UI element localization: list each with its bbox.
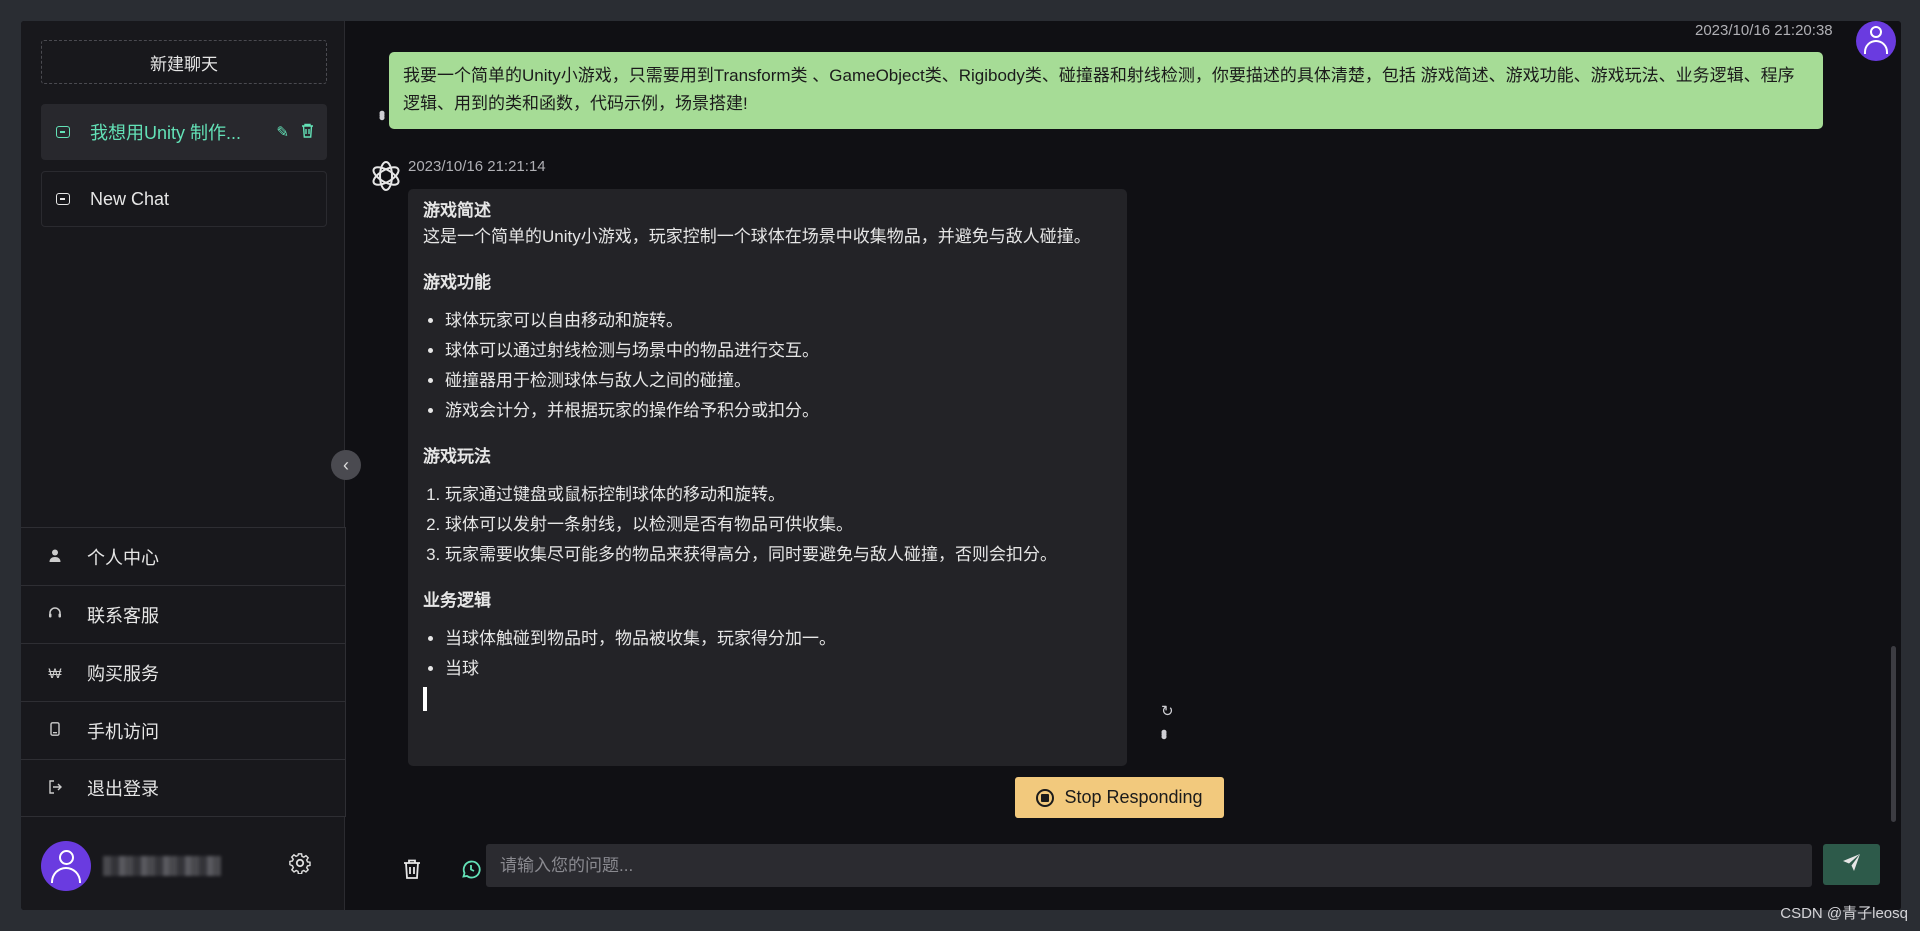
menu-item-logout[interactable]: 退出登录 (21, 759, 346, 817)
stop-icon (1036, 788, 1055, 807)
regenerate-icon[interactable]: ↻ (1161, 702, 1174, 720)
chat-item-label: New Chat (90, 188, 170, 209)
list-item: 玩家需要收集尽可能多的物品来获得高分，同时要避免与敌人碰撞，否则会扣分。 (445, 543, 1112, 567)
trash-icon[interactable] (301, 123, 314, 142)
menu-item-support[interactable]: 联系客服 (21, 585, 346, 643)
user-row (41, 841, 331, 891)
chevron-left-icon: ‹ (343, 454, 349, 475)
chat-bubble-icon (56, 193, 70, 205)
section-title: 游戏功能 (423, 273, 491, 292)
more-options-icon[interactable]: ••• (1154, 729, 1174, 736)
watermark: CSDN @青子leosq (1780, 905, 1908, 922)
gameplay-list: 玩家通过键盘或鼠标控制球体的移动和旋转。 球体可以发射一条射线，以检测是否有物品… (445, 483, 1112, 567)
headset-icon (47, 606, 63, 623)
logout-icon (47, 779, 63, 797)
username-redacted (103, 856, 221, 876)
menu-item-buy[interactable]: ₩ 购买服务 (21, 643, 346, 701)
user-avatar (1856, 21, 1896, 61)
gear-icon[interactable] (289, 852, 311, 880)
feature-list: 球体玩家可以自由移动和旋转。 球体可以通过射线检测与场景中的物品进行交互。 碰撞… (445, 309, 1112, 423)
message-input[interactable] (486, 844, 1812, 887)
section-title: 游戏简述 (423, 201, 491, 220)
list-item: 球体可以通过射线检测与场景中的物品进行交互。 (445, 339, 1112, 363)
section-text: 这是一个简单的Unity小游戏，玩家控制一个球体在场景中收集物品，并避免与敌人碰… (423, 227, 1091, 246)
chat-bubble-icon (56, 126, 70, 138)
menu-item-label: 手机访问 (87, 721, 159, 742)
sidebar-menu: 个人中心 联系客服 ₩ 购买服务 手机访问 退出登录 (21, 527, 346, 817)
user-message: 我要一个简单的Unity小游戏，只需要用到Transform类 、GameObj… (389, 52, 1823, 129)
list-item: 碰撞器用于检测球体与敌人之间的碰撞。 (445, 369, 1112, 393)
typing-cursor (423, 687, 427, 711)
list-item: 当球 (445, 657, 1112, 681)
section-title: 游戏玩法 (423, 447, 491, 466)
menu-item-profile[interactable]: 个人中心 (21, 527, 346, 585)
menu-item-label: 个人中心 (87, 547, 159, 568)
bot-message: 游戏简述 这是一个简单的Unity小游戏，玩家控制一个球体在场景中收集物品，并避… (408, 189, 1127, 766)
menu-item-mobile[interactable]: 手机访问 (21, 701, 346, 759)
new-chat-button[interactable]: 新建聊天 (41, 40, 327, 84)
menu-item-label: 联系客服 (87, 605, 159, 626)
send-icon (1842, 852, 1862, 877)
list-item: 游戏会计分，并根据玩家的操作给予积分或扣分。 (445, 399, 1112, 423)
more-options-icon[interactable]: ••• (372, 110, 392, 117)
chat-item-active[interactable]: 我想用Unity 制作... ✎ (41, 104, 327, 160)
list-item: 球体玩家可以自由移动和旋转。 (445, 309, 1112, 333)
section-title: 业务逻辑 (423, 591, 491, 610)
openai-logo-icon (368, 158, 404, 194)
chat-item-label: 我想用Unity 制作... (90, 123, 242, 143)
chat-main: 2023/10/16 21:20:38 我要一个简单的Unity小游戏，只需要用… (346, 21, 1901, 910)
bot-message-time: 2023/10/16 21:21:14 (408, 158, 546, 175)
menu-item-label: 退出登录 (87, 779, 159, 799)
avatar[interactable] (41, 841, 91, 891)
menu-item-label: 购买服务 (87, 663, 159, 684)
list-item: 玩家通过键盘或鼠标控制球体的移动和旋转。 (445, 483, 1112, 507)
scrollbar[interactable] (1891, 646, 1896, 822)
app-window: 新建聊天 我想用Unity 制作... ✎ New Chat 个人中心 联系客服… (21, 21, 1901, 910)
person-icon (47, 549, 63, 565)
edit-icon[interactable]: ✎ (276, 123, 289, 142)
list-item: 球体可以发射一条射线，以检测是否有物品可供收集。 (445, 513, 1112, 537)
sidebar: 新建聊天 我想用Unity 制作... ✎ New Chat 个人中心 联系客服… (21, 21, 346, 910)
send-button[interactable] (1823, 844, 1880, 885)
stop-responding-button[interactable]: Stop Responding (1015, 777, 1224, 818)
phone-icon (47, 722, 63, 739)
currency-icon: ₩ (48, 664, 62, 681)
history-context-icon[interactable] (457, 855, 485, 883)
stop-label: Stop Responding (1064, 787, 1203, 807)
chat-item[interactable]: New Chat (41, 171, 327, 227)
chat-item-actions: ✎ (276, 123, 314, 142)
logic-list: 当球体触碰到物品时，物品被收集，玩家得分加一。 当球 (445, 627, 1112, 681)
list-item: 当球体触碰到物品时，物品被收集，玩家得分加一。 (445, 627, 1112, 651)
clear-chat-trash-icon[interactable] (398, 855, 426, 883)
user-message-time: 2023/10/16 21:20:38 (1695, 22, 1833, 39)
collapse-sidebar-button[interactable]: ‹ (331, 450, 361, 480)
